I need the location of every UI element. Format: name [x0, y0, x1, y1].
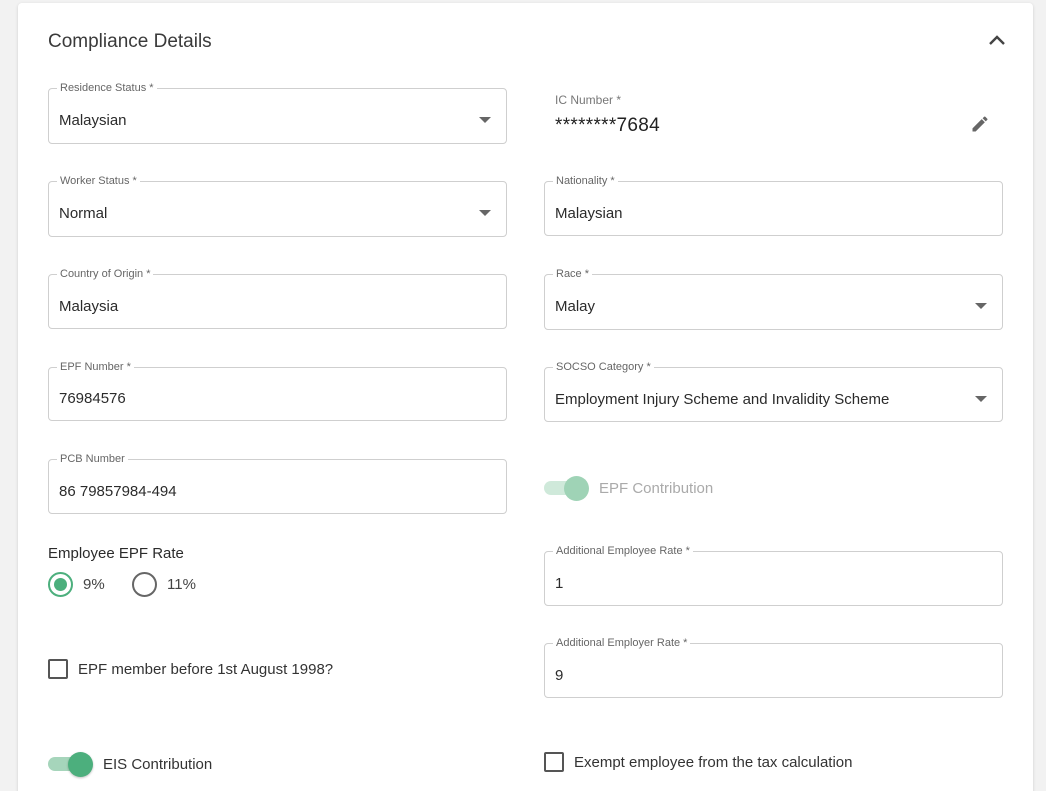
radio-unchecked-icon — [132, 572, 157, 597]
pcb-number-input[interactable]: PCB Number 86 79857984-494 — [48, 452, 507, 514]
employee-epf-rate-label: Employee EPF Rate — [48, 545, 184, 562]
additional-employee-rate-input[interactable]: Additional Employee Rate * 1 — [544, 544, 1003, 606]
additional-employer-rate-label: Additional Employer Rate * — [553, 636, 691, 650]
caret-down-icon — [975, 303, 987, 309]
epf-rate-radio-9[interactable]: 9% — [48, 572, 105, 597]
exempt-tax-checkbox[interactable]: Exempt employee from the tax calculation — [544, 752, 852, 772]
race-value: Malay — [555, 298, 596, 315]
worker-status-value: Normal — [59, 205, 108, 222]
caret-down-icon — [975, 395, 987, 402]
socso-category-select[interactable]: SOCSO Category * Employment Injury Schem… — [544, 360, 1003, 422]
epf-number-value: 76984576 — [59, 390, 126, 407]
additional-employer-rate-input[interactable]: Additional Employer Rate * 9 — [544, 636, 1003, 698]
checkbox-unchecked-icon — [544, 752, 564, 772]
residence-status-value: Malaysian — [59, 112, 127, 129]
toggle-track — [544, 476, 589, 501]
caret-down-icon — [479, 117, 491, 123]
eis-contribution-toggle[interactable]: EIS Contribution — [48, 752, 213, 777]
edit-ic-button[interactable] — [967, 111, 993, 137]
epf-number-input[interactable]: EPF Number * 76984576 — [48, 360, 507, 421]
eis-contribution-label: EIS Contribution — [103, 755, 213, 773]
checkbox-unchecked-icon — [48, 659, 68, 679]
nationality-input[interactable]: Nationality * Malaysian — [544, 174, 1003, 236]
toggle-track — [48, 752, 93, 777]
nationality-value: Malaysian — [555, 204, 623, 222]
exempt-tax-label: Exempt employee from the tax calculation — [574, 753, 853, 771]
epf-contribution-label: EPF Contribution — [599, 479, 714, 497]
section-title: Compliance Details — [48, 31, 212, 52]
residence-status-select[interactable]: Residence Status * Malaysian — [48, 81, 507, 144]
socso-category-value: Employment Injury Scheme and Invalidity … — [555, 390, 890, 408]
ic-number-label: IC Number * — [555, 93, 622, 107]
pcb-number-value: 86 79857984-494 — [59, 482, 177, 500]
chevron-up-icon — [989, 35, 1005, 45]
country-of-origin-input[interactable]: Country of Origin * Malaysia — [48, 267, 507, 329]
epf-member-before-1998-checkbox[interactable]: EPF member before 1st August 1998? — [48, 659, 333, 679]
country-of-origin-value: Malaysia — [59, 297, 119, 315]
epf-rate-radio-11[interactable]: 11% — [132, 572, 196, 597]
epf-rate-option-label: 11% — [167, 576, 196, 593]
additional-employee-rate-value: 1 — [555, 574, 564, 592]
ic-number-value: ********7684 — [555, 115, 661, 136]
additional-employer-rate-value: 9 — [555, 666, 564, 684]
worker-status-select[interactable]: Worker Status * Normal — [48, 174, 507, 237]
race-select[interactable]: Race * Malay — [544, 267, 1003, 330]
epf-rate-option-label: 9% — [83, 576, 105, 593]
pencil-icon — [972, 116, 988, 132]
additional-employee-rate-label: Additional Employee Rate * — [553, 544, 693, 558]
caret-down-icon — [479, 210, 491, 216]
radio-checked-icon — [48, 572, 73, 597]
collapse-button[interactable] — [985, 28, 1009, 52]
epf-contribution-toggle[interactable]: EPF Contribution — [544, 476, 714, 501]
epf-member-before-1998-label: EPF member before 1st August 1998? — [78, 660, 334, 678]
